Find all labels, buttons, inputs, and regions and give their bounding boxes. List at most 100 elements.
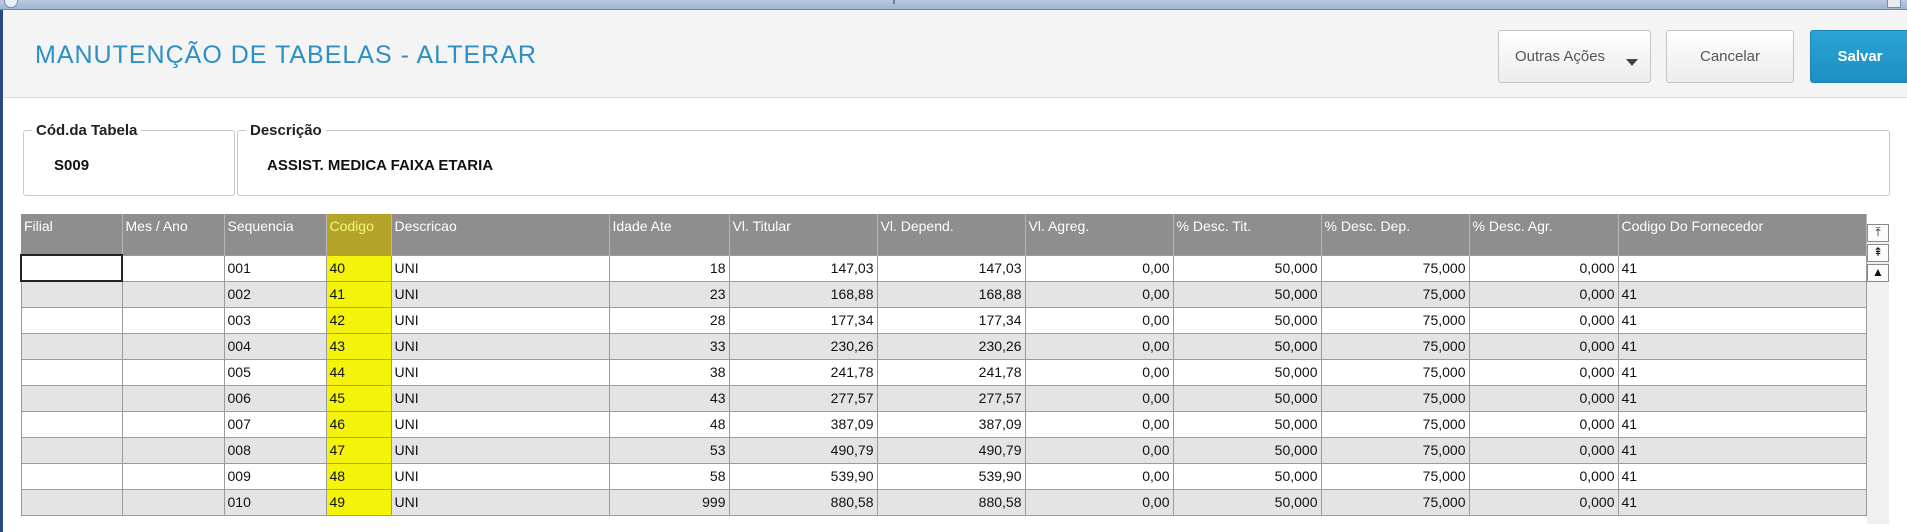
grid-cell[interactable]: 177,34	[876, 306, 1026, 334]
grid-cell[interactable]: 41	[1617, 254, 1867, 282]
grid-cell[interactable]: 41	[1617, 384, 1867, 412]
grid-cell[interactable]: 46	[325, 410, 392, 438]
grid-cell[interactable]: 0,000	[1468, 488, 1619, 516]
grid-cell[interactable]: 0,000	[1468, 254, 1619, 282]
grid-cell[interactable]: 007	[223, 410, 327, 438]
grid-cell[interactable]: 50,000	[1172, 254, 1322, 282]
grid-cell[interactable]: 005	[223, 358, 327, 386]
grid-cell[interactable]: 50,000	[1172, 384, 1322, 412]
grid-cell[interactable]: 147,03	[876, 254, 1026, 282]
grid-cell[interactable]: 75,000	[1320, 254, 1470, 282]
table-row[interactable]: 008 47 UNI 53 490,79 490,79 0,00 50,000 75,000 0,…	[20, 436, 1867, 464]
grid-cell[interactable]: 0,00	[1024, 358, 1174, 386]
grid-cell[interactable]: 0,00	[1024, 488, 1174, 516]
grid-cell[interactable]	[20, 280, 123, 308]
grid-cell[interactable]: UNI	[390, 332, 610, 360]
grid-cell[interactable]: 50,000	[1172, 358, 1322, 386]
grid-cell[interactable]: 41	[1617, 436, 1867, 464]
grid-cell[interactable]: 50,000	[1172, 436, 1322, 464]
grid-header-cell[interactable]: % Desc. Agr.	[1469, 214, 1619, 255]
grid-cell[interactable]	[20, 332, 123, 360]
grid-cell[interactable]: 38	[608, 358, 730, 386]
grid-cell[interactable]	[20, 436, 123, 464]
grid-cell[interactable]: UNI	[390, 462, 610, 490]
grid-cell[interactable]: 230,26	[876, 332, 1026, 360]
grid-cell[interactable]: 003	[223, 306, 327, 334]
grid-cell[interactable]: UNI	[390, 488, 610, 516]
table-row[interactable]: 003 42 UNI 28 177,34 177,34 0,00 50,000 75,000 0,…	[20, 306, 1867, 334]
grid-cell[interactable]: 18	[608, 254, 730, 282]
grid-cell[interactable]: 0,000	[1468, 384, 1619, 412]
grid-cell[interactable]: 0,000	[1468, 280, 1619, 308]
grid-cell[interactable]: UNI	[390, 358, 610, 386]
grid-cell[interactable]: 41	[1617, 280, 1867, 308]
grid-cell[interactable]	[121, 436, 225, 464]
grid-cell[interactable]: 0,000	[1468, 358, 1619, 386]
grid-cell[interactable]: 0,00	[1024, 280, 1174, 308]
grid-header-cell[interactable]: Vl. Agreg.	[1025, 214, 1174, 255]
grid-cell[interactable]: UNI	[390, 384, 610, 412]
grid-cell[interactable]: 0,00	[1024, 384, 1174, 412]
table-row[interactable]: 001 40 UNI 18 147,03 147,03 0,00 50,000 75,000 0,…	[20, 254, 1867, 282]
scroll-page-up-icon[interactable]: ⇞	[1867, 244, 1889, 262]
grid-cell[interactable]: 0,00	[1024, 436, 1174, 464]
table-row[interactable]: 004 43 UNI 33 230,26 230,26 0,00 50,000 75,000 0,…	[20, 332, 1867, 360]
grid-cell[interactable]: 0,00	[1024, 410, 1174, 438]
grid-cell[interactable]: 75,000	[1320, 384, 1470, 412]
grid-cell[interactable]: 004	[223, 332, 327, 360]
grid-cell[interactable]	[121, 306, 225, 334]
grid-cell[interactable]	[121, 488, 225, 516]
grid-cell[interactable]: 999	[608, 488, 730, 516]
grid-cell[interactable]: 880,58	[876, 488, 1026, 516]
grid-cell[interactable]: 0,000	[1468, 462, 1619, 490]
grid-cell[interactable]	[20, 306, 123, 334]
grid-cell[interactable]: 75,000	[1320, 410, 1470, 438]
grid-cell[interactable]	[20, 462, 123, 490]
grid-cell[interactable]: 45	[325, 384, 392, 412]
grid-cell[interactable]: 539,90	[728, 462, 878, 490]
grid-cell[interactable]: 75,000	[1320, 488, 1470, 516]
grid-cell[interactable]	[20, 384, 123, 412]
grid-cell[interactable]: 43	[325, 332, 392, 360]
grid-cell[interactable]: 880,58	[728, 488, 878, 516]
grid-cell[interactable]: 277,57	[876, 384, 1026, 412]
grid-cell[interactable]: 177,34	[728, 306, 878, 334]
grid-cell[interactable]: 41	[1617, 332, 1867, 360]
grid-cell[interactable]: 49	[325, 488, 392, 516]
table-row[interactable]: 002 41 UNI 23 168,88 168,88 0,00 50,000 75,000 0,…	[20, 280, 1867, 308]
grid-cell[interactable]: 75,000	[1320, 436, 1470, 464]
grid-cell[interactable]: 230,26	[728, 332, 878, 360]
grid-cell[interactable]: 58	[608, 462, 730, 490]
grid-cell[interactable]: 168,88	[876, 280, 1026, 308]
grid-cell[interactable]: 387,09	[728, 410, 878, 438]
grid-cell[interactable]: 010	[223, 488, 327, 516]
grid-cell[interactable]: 490,79	[728, 436, 878, 464]
grid-cell[interactable]: 41	[1617, 462, 1867, 490]
grid-cell[interactable]	[20, 488, 123, 516]
grid-cell[interactable]: 41	[1617, 410, 1867, 438]
grid-cell[interactable]: 0,000	[1468, 410, 1619, 438]
grid-cell[interactable]: 50,000	[1172, 410, 1322, 438]
grid-header-cell[interactable]: Sequencia	[224, 214, 327, 255]
grid-cell[interactable]: 41	[1617, 488, 1867, 516]
grid-cell[interactable]	[121, 358, 225, 386]
grid-cell[interactable]: 47	[325, 436, 392, 464]
outras-acoes-button[interactable]: Outras Ações	[1498, 30, 1651, 83]
grid-cell[interactable]: 28	[608, 306, 730, 334]
grid-cell[interactable]	[20, 254, 123, 282]
window-menu-icon[interactable]	[4, 0, 18, 8]
grid-cell[interactable]: 006	[223, 384, 327, 412]
grid-cell[interactable]: 42	[325, 306, 392, 334]
grid-cell[interactable]: 41	[1617, 358, 1867, 386]
grid-cell[interactable]	[121, 462, 225, 490]
grid-cell[interactable]: UNI	[390, 436, 610, 464]
grid-header-cell[interactable]: Vl. Titular	[729, 214, 878, 255]
grid-cell[interactable]: 75,000	[1320, 280, 1470, 308]
grid-header-cell[interactable]: Filial	[21, 214, 123, 255]
grid-header-cell[interactable]: Mes / Ano	[122, 214, 225, 255]
grid-cell[interactable]: 241,78	[876, 358, 1026, 386]
table-row[interactable]: 006 45 UNI 43 277,57 277,57 0,00 50,000 75,000 0,…	[20, 384, 1867, 412]
grid-cell[interactable]: 0,00	[1024, 254, 1174, 282]
grid-cell[interactable]: UNI	[390, 254, 610, 282]
grid-header-cell[interactable]: % Desc. Dep.	[1321, 214, 1470, 255]
